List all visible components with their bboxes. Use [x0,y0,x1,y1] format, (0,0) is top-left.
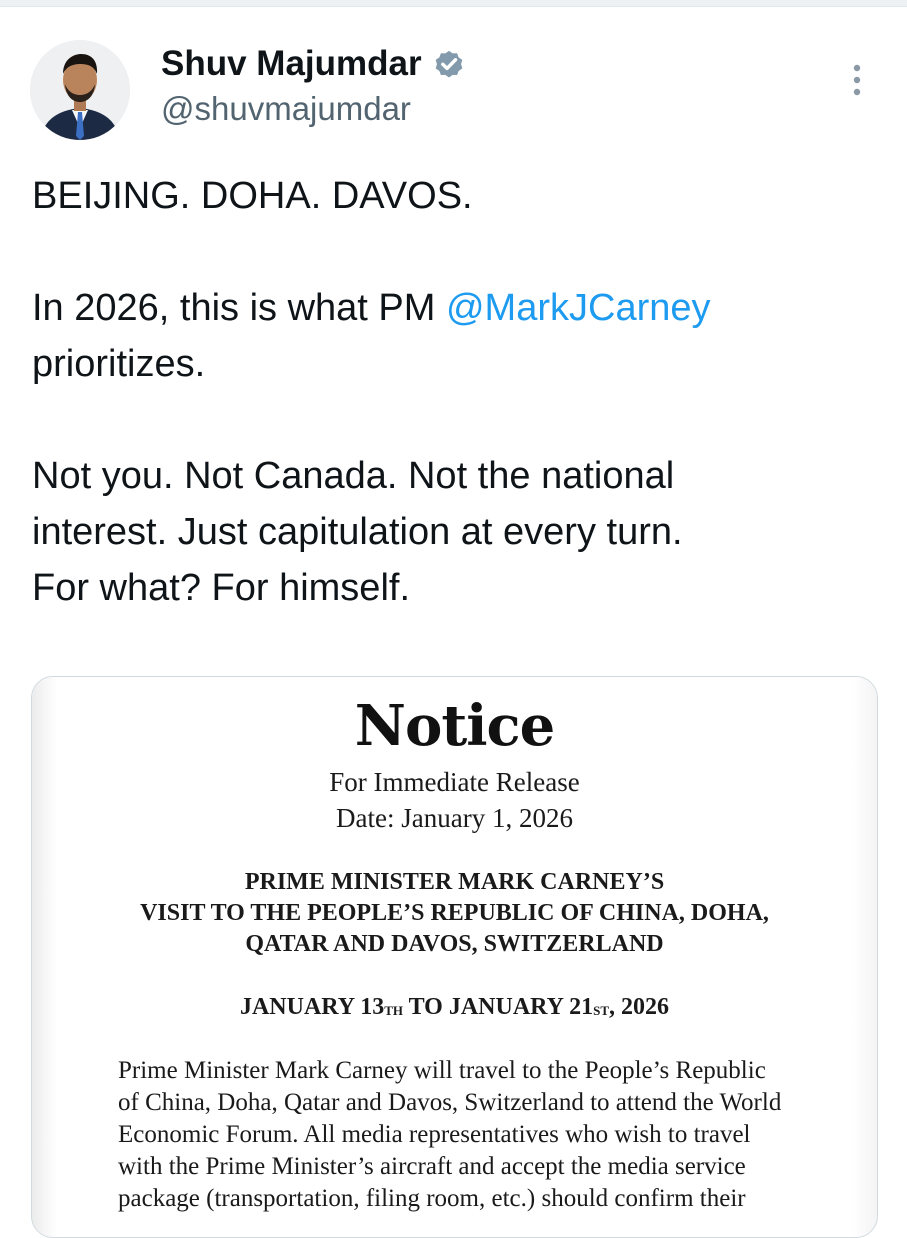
notice-date: Date: January 1, 2026 [336,803,573,833]
verified-badge-icon [432,47,466,81]
tweet-paragraph-3-line-1: Not you. Not Canada. Not the national [32,455,675,497]
dates-text: JANUARY 13 [239,994,385,1020]
notice-release: For Immediate Release [329,767,580,797]
notice-body-line: Economic Forum. All media representative… [118,1121,751,1148]
tweet-paragraph-3-line-3: For what? For himself. [32,567,410,609]
notice-heading-line: PRIME MINISTER MARK CARNEY’S [244,869,665,895]
tweet-paragraph-2: In 2026, this is what PM @MarkJCarney [32,280,882,336]
notice-body-line: with the Prime Minister’s aircraft and a… [118,1153,746,1180]
tweet-header: Shuv Majumdar @shuvmajumdar [30,38,880,142]
top-divider [0,0,907,7]
notice-heading-line: QATAR AND DAVOS, SWITZERLAND [245,931,664,957]
media-card[interactable]: Notice For Immediate Release Date: Janua… [31,676,878,1238]
tweet-paragraph-2-cont: prioritizes. [32,343,206,385]
dates-text: , 2026 [609,994,670,1020]
notice-heading: PRIME MINISTER MARK CARNEY’S VISIT TO TH… [72,867,837,960]
tweet-paragraph-3-line-2: interest. Just capitulation at every tur… [32,511,683,553]
notice-body: Prime Minister Mark Carney will travel t… [118,1055,858,1215]
more-vertical-icon[interactable] [842,62,872,102]
tweet-text: BEIJING. DOHA. DAVOS. In 2026, this is w… [32,168,882,616]
tweet-paragraph-1: BEIJING. DOHA. DAVOS. [32,175,473,217]
notice-body-line: Prime Minister Mark Carney will travel t… [118,1057,766,1084]
dates-suffix: ST [593,1003,610,1018]
notice-body-line: of China, Doha, Qatar and Davos, Switzer… [118,1089,782,1116]
avatar-photo [30,40,130,140]
dates-suffix: TH [384,1003,404,1018]
notice-heading-line: VISIT TO THE PEOPLE’S REPUBLIC OF CHINA,… [140,900,769,926]
notice-body-line: package (transportation, filing room, et… [118,1185,746,1212]
dates-text: TO JANUARY 21 [403,994,594,1020]
notice-title: Notice [354,693,555,759]
author-name[interactable]: Shuv Majumdar [161,42,422,86]
notice-travel-dates: JANUARY 13TH TO JANUARY 21ST, 2026 [32,991,877,1026]
avatar[interactable] [30,40,130,140]
author-name-row: Shuv Majumdar [161,42,466,86]
author-handle[interactable]: @shuvmajumdar [161,88,411,130]
tweet-text-segment: In 2026, this is what PM [32,287,446,329]
mention-link[interactable]: @MarkJCarney [446,287,711,329]
notice-image: Notice For Immediate Release Date: Janua… [32,677,877,1237]
